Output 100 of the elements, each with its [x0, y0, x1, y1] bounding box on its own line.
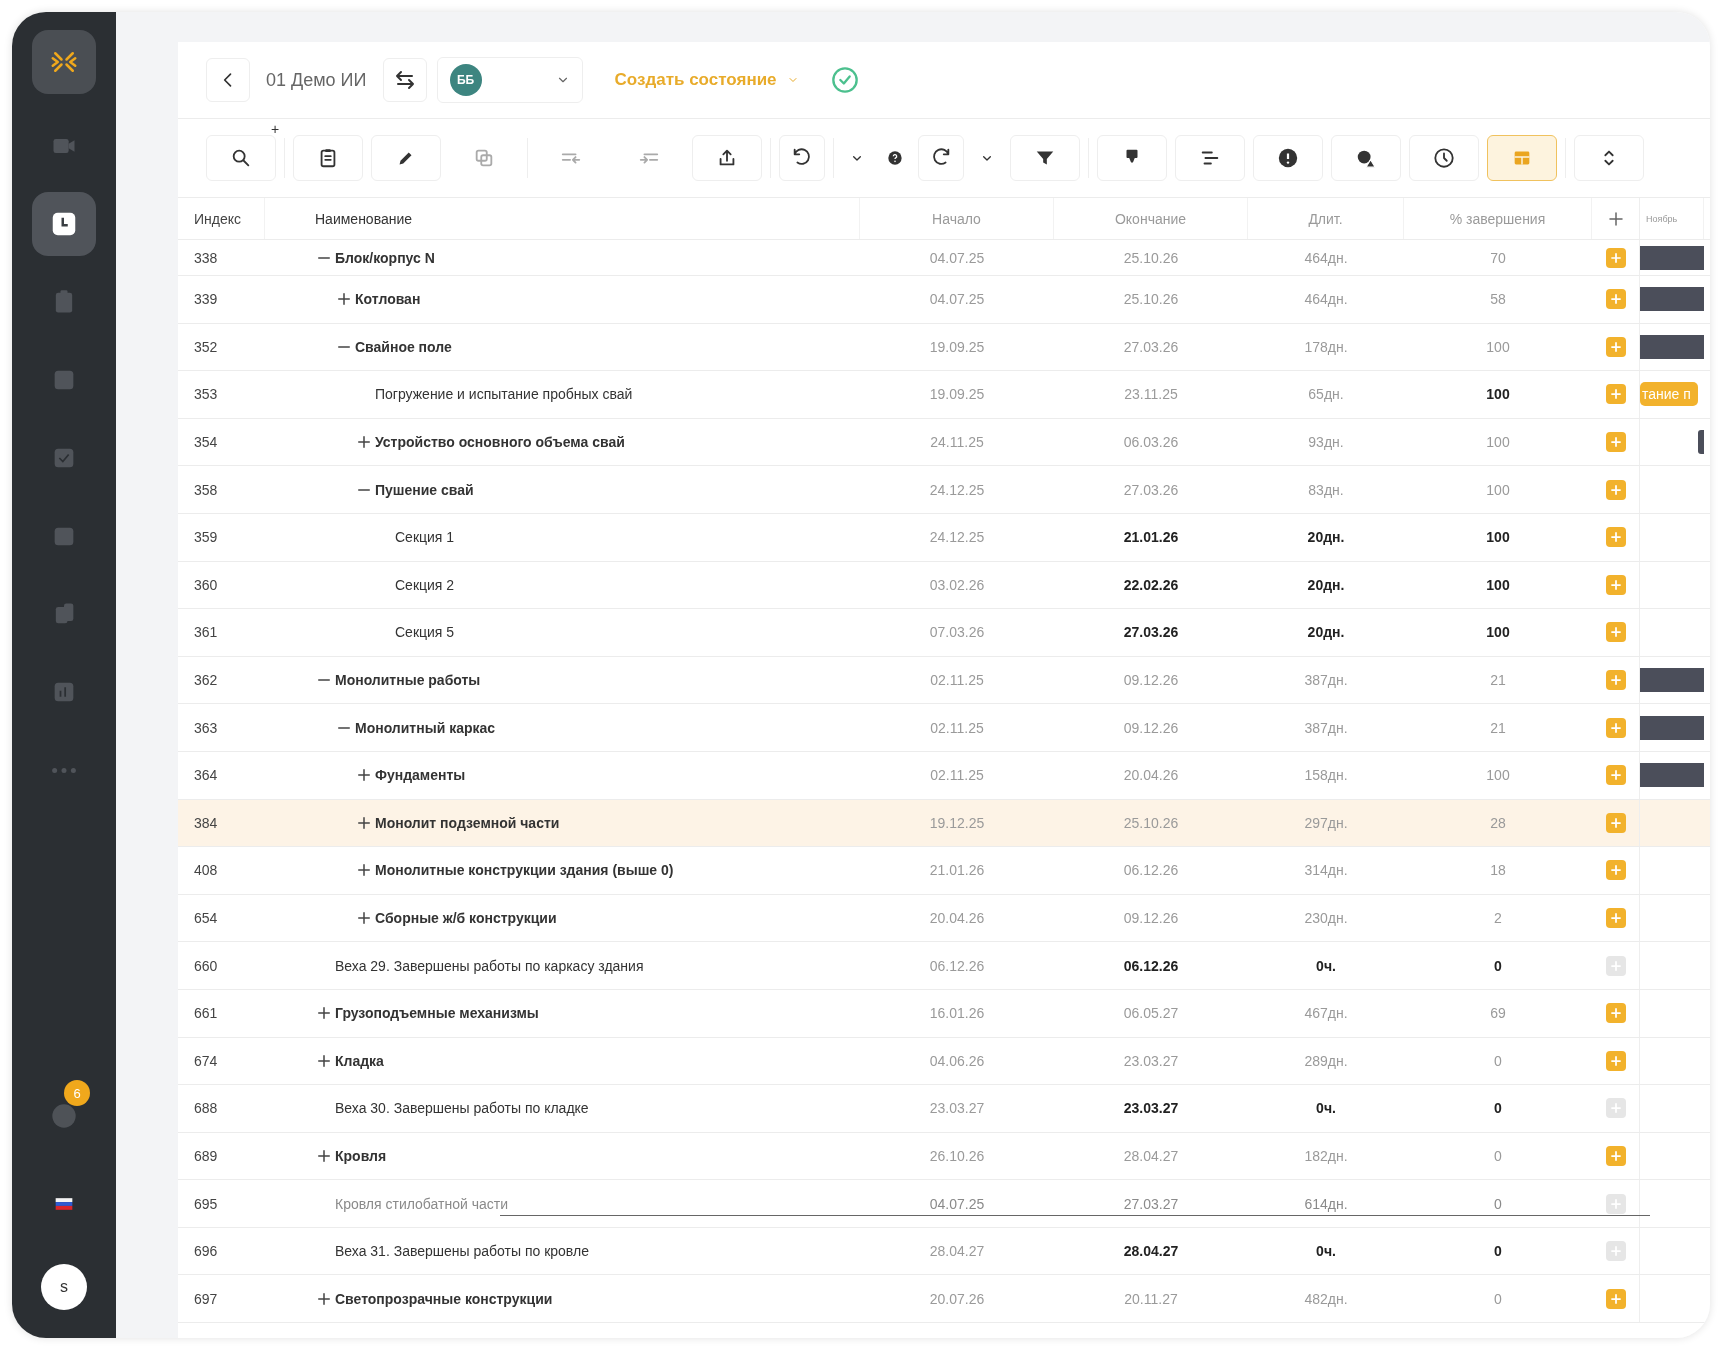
add-button[interactable]	[1605, 1288, 1626, 1309]
table-cell-text: 2	[1493, 909, 1503, 928]
add-button[interactable]	[1605, 527, 1626, 548]
table-cell-text: 23.11.25	[1123, 385, 1179, 405]
add-button[interactable]	[1605, 247, 1626, 268]
table-cell-text: 20.04.26	[928, 909, 986, 928]
plus-icon	[1608, 1244, 1623, 1259]
table-cell-text: 28.04.27	[1122, 1147, 1180, 1166]
plus-icon	[1608, 958, 1623, 973]
table-row[interactable]: 674 Кладка 04.06.26 23.03.27 289дн. 0	[178, 1037, 1710, 1086]
table-row[interactable]: 363 Монолитный каркас 02.11.25 09.12.26 387дн. 21	[178, 704, 1710, 752]
table-cell-text: 361	[193, 623, 219, 643]
column-header[interactable]: Наименование	[265, 198, 860, 239]
table-row[interactable]: 697 Светопрозрачные конструкции 20.07.26 20.11.27 482дн. 0	[178, 1275, 1710, 1324]
table-cell-text: 09.12.26	[1122, 718, 1180, 738]
user-avatar[interactable]: s	[41, 1264, 87, 1310]
table-cell-text: 353	[193, 385, 219, 405]
plus-icon[interactable]	[1606, 209, 1625, 228]
plus-icon[interactable]	[315, 1147, 333, 1165]
table-row[interactable]: 353 Погружение и испытание пробных свай 19.09.25 23.11.25 65дн. 100 тание п	[178, 371, 1710, 419]
add-button[interactable]	[1605, 432, 1626, 453]
check-circle-icon[interactable]	[830, 66, 859, 94]
add-button[interactable]	[1605, 1003, 1626, 1024]
table-cell-text: 339	[193, 290, 219, 310]
table-row[interactable]: 689 Кровля 26.10.26 28.04.27 182дн. 0	[178, 1132, 1710, 1181]
table-row[interactable]: 361 Секция 5 07.03.26 27.03.26 20дн. 100	[178, 609, 1710, 657]
table-row[interactable]: 661 Грузоподъемные механизмы 16.01.26 06.05.27 467дн. 69	[178, 989, 1710, 1038]
column-header[interactable]: Индекс	[178, 198, 265, 239]
plus-icon	[1608, 577, 1623, 592]
table-cell-text: 614дн.	[1303, 1194, 1349, 1214]
table-cell-text: 387дн.	[1303, 671, 1349, 691]
task-name: Сборные ж/б конструкции	[375, 910, 557, 926]
table-cell-text: 25.10.26	[1122, 813, 1180, 833]
logo-tile[interactable]	[32, 30, 96, 94]
plus-icon	[1608, 625, 1623, 640]
table-row[interactable]: 696 Веха 31. Завершены работы по кровле 28.04.27 28.04.27 0ч. 0	[178, 1227, 1710, 1276]
table-cell-text: 02.11.25	[929, 718, 985, 738]
table-row[interactable]: 408 Монолитные конструкции здания (выше 0) 21.01.26 06.12.26 314дн. 18	[178, 847, 1710, 895]
table-cell-text: 0	[1493, 1147, 1503, 1166]
table-cell-text: 23.03.27	[928, 1099, 986, 1119]
add-button[interactable]	[1605, 670, 1626, 691]
table-cell-text: 20дн.	[1306, 623, 1346, 643]
table-cell-text: 654	[193, 909, 219, 928]
task-name: Кладка	[335, 1052, 384, 1069]
table-cell-text: 482дн.	[1303, 1289, 1349, 1309]
add-button[interactable]	[1605, 860, 1626, 881]
table-row[interactable]: 358 Пушение свай 24.12.25 27.03.26 83дн. 100	[178, 466, 1710, 514]
table-row[interactable]: 352 Свайное поле 19.09.25 27.03.26 178дн. 100	[178, 323, 1710, 372]
add-button[interactable]	[1605, 955, 1626, 976]
plus-icon	[1608, 1196, 1623, 1211]
plus-icon	[1608, 250, 1623, 265]
add-button[interactable]	[1605, 1050, 1626, 1071]
table-row[interactable]: 695 Кровля стилобатной части 04.07.25 27.03.27 614дн. 0	[178, 1180, 1710, 1228]
table-row[interactable]: 338 Блок/корпус N 04.07.25 25.10.26 464дн. 70	[178, 240, 1710, 276]
table-cell-text: 100	[1485, 385, 1511, 405]
table-row[interactable]: 654 Сборные ж/б конструкции 20.04.26 09.12.26 230дн. 2	[178, 894, 1710, 943]
task-name: Секция 2	[395, 576, 455, 593]
table-cell-text: 09.12.26	[1122, 909, 1180, 928]
task-name: Котлован	[355, 291, 421, 308]
table-cell-text: 363	[193, 718, 219, 738]
table-row[interactable]: 354 Устройство основного объема свай 24.11.25 06.03.26 93дн. 100	[178, 418, 1710, 467]
plus-icon	[1608, 815, 1623, 830]
add-button[interactable]	[1605, 289, 1626, 310]
table-row[interactable]: 384 Монолит подземной части 19.12.25 25.10.26 297дн. 28	[178, 799, 1710, 848]
add-button[interactable]	[1605, 812, 1626, 833]
add-button[interactable]	[1605, 622, 1626, 643]
table-row[interactable]: 359 Секция 1 24.12.25 21.01.26 20дн. 100	[178, 513, 1710, 562]
add-button[interactable]	[1605, 479, 1626, 500]
table-cell-text: 695	[193, 1194, 219, 1214]
task-name: Веха 31. Завершены работы по кровле	[335, 1243, 589, 1260]
add-button[interactable]	[1605, 1241, 1626, 1262]
add-button[interactable]	[1605, 765, 1626, 786]
table-row[interactable]: 339 Котлован 04.07.25 25.10.26 464дн. 58	[178, 276, 1710, 324]
user-dropdown[interactable]: ББ	[436, 57, 583, 103]
table-cell-text: 20.07.26	[928, 1289, 986, 1309]
add-button[interactable]	[1605, 717, 1626, 738]
table-cell-text: 28.04.27	[1122, 1242, 1180, 1262]
swap-button[interactable]	[382, 58, 427, 102]
table-cell-text: 354	[193, 433, 219, 453]
table-row[interactable]: 688 Веха 30. Завершены работы по кладке 23.03.27 23.03.27 0ч. 0	[178, 1085, 1710, 1133]
add-button[interactable]	[1605, 1146, 1626, 1166]
add-button[interactable]	[1605, 336, 1626, 357]
add-button[interactable]	[1605, 908, 1626, 928]
add-button[interactable]	[1605, 384, 1626, 405]
plus-icon[interactable]	[355, 909, 373, 927]
table-cell-text: 24.12.25	[928, 528, 986, 548]
add-button[interactable]	[1605, 574, 1626, 595]
table-row[interactable]: 360 Секция 2 03.02.26 22.02.26 20дн. 100	[178, 561, 1710, 610]
task-name: Грузоподъемные механизмы	[335, 1005, 539, 1022]
table-row[interactable]: 660 Веха 29. Завершены работы по каркасу здания 06.12.26 06.12.26 0ч. 0	[178, 942, 1710, 990]
table-cell-text: 16.01.26	[928, 1004, 986, 1024]
table-cell-text: 06.12.26	[1122, 861, 1180, 881]
table-cell-text: 58	[1489, 290, 1507, 310]
table-row[interactable]: 362 Монолитные работы 02.11.25 09.12.26 387дн. 21	[178, 656, 1710, 705]
back-button[interactable]	[206, 58, 250, 102]
task-name: Монолит подземной части	[375, 814, 560, 831]
add-button[interactable]	[1605, 1098, 1626, 1119]
sidebar-item[interactable]	[32, 192, 96, 256]
add-button[interactable]	[1605, 1193, 1626, 1214]
table-row[interactable]: 364 Фундаменты 02.11.25 20.04.26 158дн. 100	[178, 751, 1710, 800]
